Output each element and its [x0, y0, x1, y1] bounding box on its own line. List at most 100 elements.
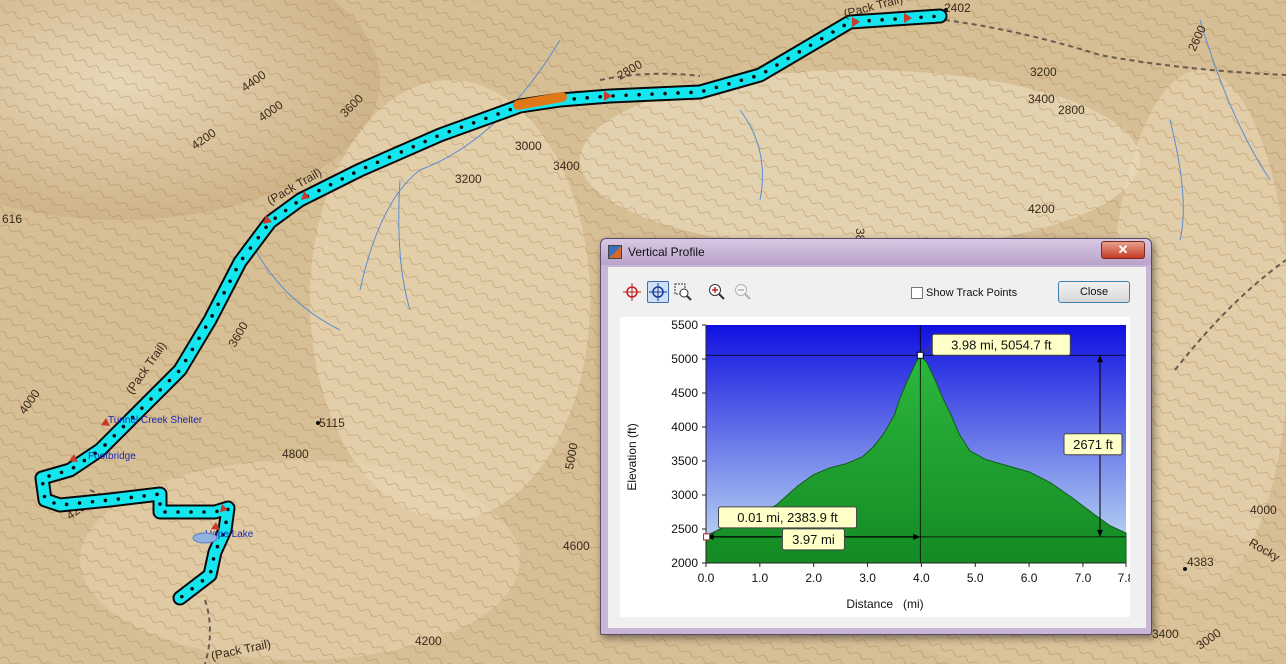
track-point — [763, 69, 768, 74]
track-point — [149, 397, 153, 401]
app-icon — [608, 245, 622, 259]
crosshair-measure-icon — [649, 283, 667, 301]
track-point — [786, 56, 790, 61]
contour-label: 3200 — [1030, 65, 1057, 79]
track-point — [210, 314, 214, 318]
track-point — [893, 17, 897, 21]
contour-label: 3400 — [1028, 92, 1055, 106]
track-point — [447, 129, 452, 134]
show-track-points-label: Show Track Points — [926, 287, 1018, 299]
zoom-box-tool[interactable] — [672, 281, 694, 303]
elevation-profile-chart[interactable]: 0.0 1.0 2.0 3.0 4.0 5.0 6.0 7.0 7.8 5500 5000 4500… — [620, 317, 1130, 617]
start-callout-label: 0.01 mi, 2383.9 ft — [737, 510, 838, 525]
track-point — [189, 510, 193, 514]
track-point — [702, 89, 706, 93]
x-tick-label: 4.0 — [913, 571, 930, 585]
x-tick-label: 5.0 — [967, 571, 984, 585]
start-point-marker[interactable] — [703, 533, 711, 541]
track-point — [273, 216, 277, 221]
track-point — [352, 171, 356, 175]
contour-label: 3200 — [455, 172, 482, 186]
track-point — [340, 177, 345, 181]
track-point — [52, 501, 56, 505]
track-point — [363, 165, 368, 170]
x-tick-label: 1.0 — [752, 571, 769, 585]
contour-label: 3400 — [553, 159, 580, 173]
track-point — [222, 290, 226, 295]
track-point — [775, 63, 779, 67]
track-point — [224, 520, 228, 525]
track-point — [183, 358, 188, 363]
y-axis-title: Elevation (ft) — [625, 423, 639, 490]
place-label: Footbridge — [88, 451, 136, 462]
select-point-tool[interactable] — [621, 281, 643, 303]
track-point — [82, 458, 87, 463]
track-point — [842, 23, 846, 28]
zoom-out-tool[interactable] — [732, 281, 754, 303]
x-tick-label: 6.0 — [1021, 571, 1038, 585]
track-point — [176, 510, 180, 514]
y-tick-label: 2500 — [671, 522, 698, 536]
track-point — [375, 160, 380, 165]
track-point — [240, 256, 245, 261]
track-point — [650, 92, 654, 96]
track-point — [190, 586, 194, 591]
y-tick-label: 4000 — [671, 420, 698, 434]
track-point — [411, 144, 416, 149]
contour-label: 2800 — [1058, 103, 1085, 117]
y-tick-label: 2000 — [671, 556, 698, 570]
x-tick-label: 7.0 — [1075, 571, 1092, 585]
track-point — [689, 90, 693, 95]
track-point — [317, 188, 321, 193]
track-point — [598, 94, 602, 99]
track-point — [42, 494, 47, 499]
zoom-in-tool[interactable] — [706, 281, 728, 303]
track-point — [228, 279, 232, 283]
track-point — [387, 155, 392, 159]
track-point — [264, 225, 268, 230]
contour-label: 4200 — [1028, 202, 1055, 216]
track-point — [797, 50, 802, 54]
track-point — [283, 208, 288, 213]
track-point — [484, 116, 488, 121]
x-tick-label: 2.0 — [805, 571, 822, 585]
track-point — [727, 82, 731, 86]
track-point — [77, 501, 82, 505]
track-point — [179, 594, 184, 599]
track-point — [140, 406, 144, 410]
lake-icon — [192, 532, 218, 544]
contour-label: 3000 — [515, 139, 542, 153]
show-track-points-checkbox[interactable] — [911, 287, 923, 299]
distance-span-callout-label: 3.97 mi — [792, 532, 835, 547]
window-titlebar[interactable]: Vertical Profile ✕ — [601, 239, 1151, 265]
elevation-span-callout-label: 2671 ft — [1073, 437, 1113, 452]
track-point — [572, 97, 577, 101]
track-point — [435, 134, 439, 139]
track-point — [176, 369, 181, 374]
window-close-button[interactable]: ✕ — [1101, 241, 1145, 259]
show-track-points-toggle[interactable]: Show Track Points — [911, 287, 1017, 299]
track-point — [129, 495, 134, 500]
contour-label: 2402 — [944, 1, 971, 15]
x-tick-label: 3.0 — [859, 571, 876, 585]
track-point — [203, 325, 208, 329]
zoom-in-icon — [709, 284, 725, 300]
track-point — [328, 182, 333, 187]
vertical-profile-window[interactable]: Vertical Profile ✕ Show Track Points Clo… — [600, 238, 1152, 635]
crosshair-measure-tool[interactable] — [647, 281, 669, 303]
peak-point-marker[interactable] — [916, 351, 924, 359]
track-point — [459, 125, 464, 130]
track-point — [167, 378, 172, 383]
y-tick-label: 5500 — [671, 318, 698, 332]
track-point — [158, 387, 163, 392]
track-point — [211, 557, 216, 561]
track-point — [585, 96, 589, 100]
track-point — [208, 569, 213, 574]
track-point — [200, 579, 205, 583]
contour-label: 4000 — [1250, 503, 1277, 517]
track-point — [116, 497, 121, 501]
track-point — [64, 502, 69, 507]
close-button[interactable]: Close — [1058, 281, 1130, 303]
y-tick-label: 3000 — [671, 488, 698, 502]
track-point — [59, 470, 64, 475]
